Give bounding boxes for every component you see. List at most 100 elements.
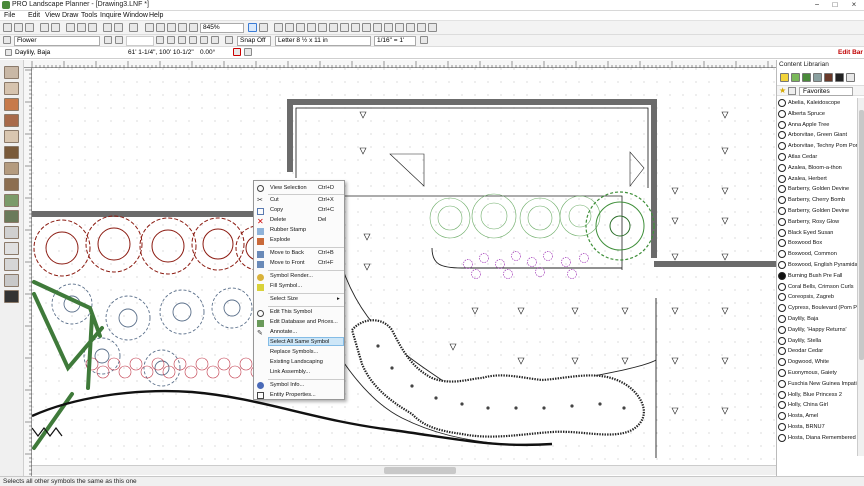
cm-replace-symbols[interactable]: Replace Symbols... <box>270 349 318 355</box>
close-button[interactable]: × <box>845 0 863 10</box>
new-file-icon[interactable] <box>3 23 12 32</box>
horizontal-scroll-thumb[interactable] <box>384 467 456 474</box>
plant-list-item[interactable]: Barberry, Cherry Bomb <box>777 195 857 206</box>
cm-edit-this-symbol[interactable]: Edit This Symbol <box>270 309 312 315</box>
drawing-canvas[interactable] <box>32 68 776 465</box>
cm-existing-landscaping[interactable]: Existing Landscaping <box>270 359 323 365</box>
roof-symbol-icon[interactable] <box>4 114 19 127</box>
house-symbol-icon[interactable] <box>4 98 19 111</box>
pattern-icon[interactable] <box>167 36 175 44</box>
scale-select[interactable]: 1/16" = 1' <box>374 36 416 46</box>
plant-list-item[interactable]: Black Eyed Susan <box>777 228 857 239</box>
furniture-symbol-icon[interactable] <box>4 274 19 287</box>
cm-view-selection[interactable]: View Selection <box>270 185 307 191</box>
menu-help[interactable]: Help <box>149 12 163 19</box>
line-tool-icon[interactable] <box>274 23 283 32</box>
rotate-icon[interactable] <box>233 48 241 56</box>
cm-symbol-info[interactable]: Symbol Info... <box>270 382 304 388</box>
plant-list-scroll-thumb[interactable] <box>859 110 864 360</box>
line-color-icon[interactable] <box>104 36 112 44</box>
flower-symbol-icon[interactable] <box>4 130 19 143</box>
plants-icon[interactable] <box>791 73 800 82</box>
menu-edit[interactable]: Edit <box>28 12 40 19</box>
pan-icon[interactable] <box>189 23 198 32</box>
materials-icon[interactable] <box>824 73 833 82</box>
library-icon[interactable] <box>846 73 855 82</box>
menu-tools[interactable]: Tools <box>81 12 97 19</box>
zoom-window-icon[interactable] <box>178 23 187 32</box>
plant-list-item[interactable]: Anna Apple Tree <box>777 120 857 131</box>
menu-file[interactable]: File <box>4 12 15 19</box>
plant-list-item[interactable]: Boxwood, Common <box>777 249 857 260</box>
snap-select[interactable]: Snap Off <box>237 36 271 46</box>
rectangle-tool-icon[interactable] <box>296 23 305 32</box>
horizontal-scrollbar[interactable] <box>32 465 776 475</box>
plant-list-item[interactable]: Holly, Blue Princess 2 <box>777 390 857 401</box>
plant-list-item[interactable]: Azalea, Bloom-a-thon <box>777 163 857 174</box>
trees-icon[interactable] <box>802 73 811 82</box>
area-tool-icon[interactable] <box>362 23 371 32</box>
text-style-icon[interactable] <box>211 36 219 44</box>
menu-view[interactable]: View <box>45 12 60 19</box>
plant-list-item[interactable]: Arborvitae, Techny Pom Pom <box>777 141 857 152</box>
plant-list-item[interactable]: Daylily, 'Happy Returns' <box>777 325 857 336</box>
plant-list-item[interactable]: Atlas Cedar <box>777 152 857 163</box>
minimize-button[interactable]: − <box>808 0 826 10</box>
plant-list-item[interactable]: Arborvitae, Green Giant <box>777 130 857 141</box>
plant-list-item[interactable]: Deodar Cedar <box>777 346 857 357</box>
paste-icon[interactable] <box>88 23 97 32</box>
cm-explode[interactable]: Explode <box>270 237 290 243</box>
tree-symbol-icon[interactable] <box>4 66 19 79</box>
render-icon[interactable] <box>428 23 437 32</box>
plant-list-item[interactable]: Azalea, Herbert <box>777 174 857 185</box>
help-icon[interactable] <box>129 23 138 32</box>
plant-list-item[interactable]: Daylily, Stella <box>777 336 857 347</box>
menu-inquire[interactable]: Inquire <box>100 12 121 19</box>
fill-icon[interactable] <box>156 36 164 44</box>
layers-icon[interactable] <box>406 23 415 32</box>
cm-fill-symbol[interactable]: Fill Symbol... <box>270 283 302 289</box>
cm-select-all-same-symbol[interactable]: Select All Same Symbol <box>270 339 329 345</box>
cm-symbol-render[interactable]: Symbol Render... <box>270 273 313 279</box>
measure-tool-icon[interactable] <box>384 23 393 32</box>
plant-list-item[interactable]: Alberta Spruce <box>777 109 857 120</box>
redo-icon[interactable] <box>114 23 123 32</box>
print-preview-icon[interactable] <box>51 23 60 32</box>
editbar-coordinates[interactable]: 61' 1-1/4", 100' 10-1/2" <box>128 49 194 56</box>
favorites-dropdown[interactable]: Favorites <box>799 87 853 96</box>
plant-list-item[interactable]: Daylily, Baja <box>777 314 857 325</box>
layer-select[interactable]: Flower <box>14 36 100 46</box>
plant-list-item[interactable]: Barberry, Golden Devine <box>777 184 857 195</box>
font-icon[interactable] <box>189 36 197 44</box>
plant-list-item[interactable]: Euonymous, Gaiety <box>777 368 857 379</box>
deck-symbol-icon[interactable] <box>4 242 19 255</box>
photo-symbol-icon[interactable] <box>4 290 19 303</box>
snap-icon[interactable] <box>225 36 233 44</box>
plant-list-item[interactable]: Burning Bush Pre Fall <box>777 271 857 282</box>
cm-cut[interactable]: Cut <box>270 197 279 203</box>
shrub-symbol-icon[interactable] <box>4 82 19 95</box>
undo-icon[interactable] <box>103 23 112 32</box>
cm-rubber-stamp[interactable]: Rubber Stamp <box>270 227 306 233</box>
plant-list-item[interactable]: Abelia, Kaleidoscope <box>777 98 857 109</box>
menu-draw[interactable]: Draw <box>62 12 78 19</box>
plant-list-item[interactable]: Hosta, Amel <box>777 411 857 422</box>
grid-tool-icon[interactable] <box>395 23 404 32</box>
plant-list-item[interactable]: Holly, China Girl <box>777 400 857 411</box>
cm-move-to-front[interactable]: Move to Front <box>270 260 305 266</box>
fence-symbol-icon[interactable] <box>4 146 19 159</box>
cm-move-to-back[interactable]: Move to Back <box>270 250 304 256</box>
plant-list-item[interactable]: Barberry, Rosy Glow <box>777 217 857 228</box>
editbar-angle[interactable]: 0.00° <box>200 49 215 56</box>
plant-list-item[interactable]: Boxwood, English Pyramidal <box>777 260 857 271</box>
copy-icon[interactable] <box>77 23 86 32</box>
zoom-out-icon[interactable] <box>167 23 176 32</box>
cm-copy[interactable]: Copy <box>270 207 283 213</box>
arc-tool-icon[interactable] <box>318 23 327 32</box>
plant-list-item[interactable]: Dogwood, White <box>777 357 857 368</box>
menu-window[interactable]: Window <box>123 12 148 19</box>
dimension-tool-icon[interactable] <box>351 23 360 32</box>
transparency-icon[interactable] <box>178 36 186 44</box>
plant-list-item[interactable]: Boxwood Box <box>777 238 857 249</box>
lawn-symbol-icon[interactable] <box>4 194 19 207</box>
